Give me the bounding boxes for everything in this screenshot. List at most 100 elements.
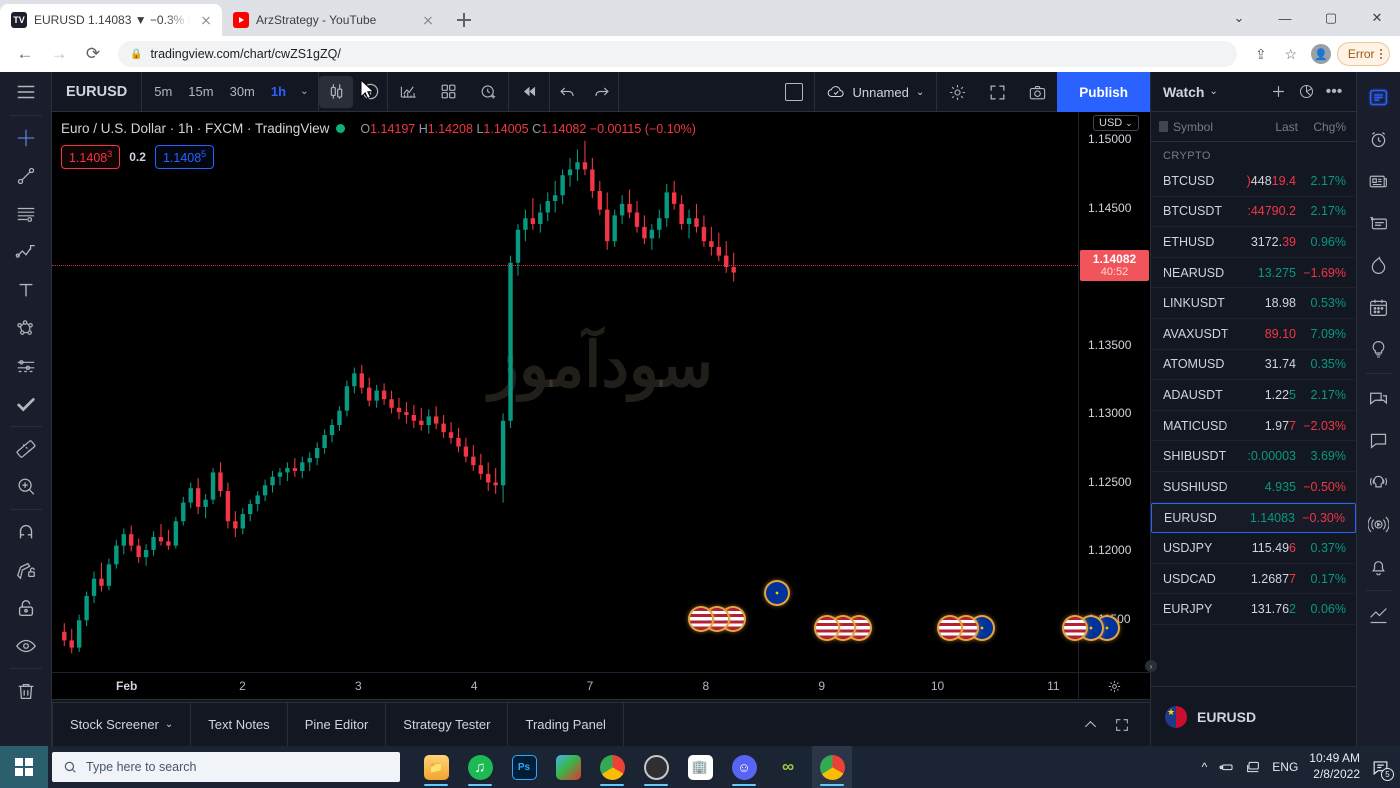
bar-replay-icon[interactable] xyxy=(509,76,549,108)
snapshot-camera-icon[interactable] xyxy=(1017,76,1057,108)
notifications-bell-icon[interactable] xyxy=(1357,545,1400,587)
tab-trading-panel[interactable]: Trading Panel xyxy=(508,702,624,747)
panel-collapse-handle[interactable]: › xyxy=(1145,660,1157,672)
taskbar-winrar[interactable] xyxy=(548,746,588,788)
economic-event-flag-us[interactable] xyxy=(690,607,713,630)
drag-handle-icon[interactable] xyxy=(1159,121,1168,132)
timeframe-30m[interactable]: 30m xyxy=(222,78,263,106)
column-last[interactable]: Last xyxy=(1242,120,1298,134)
tray-language[interactable]: ENG xyxy=(1272,760,1298,774)
timeframe-15m[interactable]: 15m xyxy=(180,78,221,106)
economic-event-flag-us[interactable] xyxy=(815,617,838,640)
new-tab-button[interactable] xyxy=(450,6,478,34)
projection-tool-icon[interactable] xyxy=(0,347,52,385)
chart-canvas[interactable]: سودآموز Euro / U.S. Dollar · 1h · FXCM ·… xyxy=(52,112,1150,672)
watchlist-row-ethusd[interactable]: ETHUSD 3172.39 0.96% xyxy=(1151,227,1356,258)
redo-icon[interactable] xyxy=(584,76,618,108)
ideas-stream-icon[interactable] xyxy=(1357,202,1400,244)
profile-avatar[interactable]: 👤 xyxy=(1307,40,1335,68)
layout-box-icon[interactable] xyxy=(774,76,814,108)
timeframe-5m[interactable]: 5m xyxy=(146,78,180,106)
drawing-mode-lock-icon[interactable] xyxy=(0,551,52,589)
calendar-icon[interactable] xyxy=(1357,286,1400,328)
watchlist-row-eurusd[interactable]: EURUSD 1.14083 −0.30% xyxy=(1151,502,1356,534)
taskbar-photoshop[interactable]: Ps xyxy=(504,746,544,788)
time-axis-settings-icon[interactable] xyxy=(1078,673,1150,700)
more-menu-icon[interactable] xyxy=(1379,48,1382,60)
watchlist-row-maticusd[interactable]: MATICUSD 1.977 −2.03% xyxy=(1151,411,1356,442)
ask-price[interactable]: 1.14085 xyxy=(154,145,215,170)
settings-gear-icon[interactable] xyxy=(937,76,977,108)
ideas-author-icon[interactable] xyxy=(1357,594,1400,636)
streams-icon[interactable] xyxy=(1357,503,1400,545)
zoom-in-icon[interactable] xyxy=(0,468,52,506)
chevron-down-icon[interactable]: ⌄ xyxy=(916,87,924,98)
watchlist-row-btcusd[interactable]: BTCUSD 44819.4(2.17% xyxy=(1151,166,1356,197)
profile-error-pill[interactable]: Error xyxy=(1336,42,1390,66)
checkmark-icon[interactable] xyxy=(0,385,52,423)
price-scale[interactable]: USD ⌄ 1.15000 1.14500 1.13500 1.13000 1.12500… xyxy=(1078,112,1150,672)
taskbar-figma[interactable]: ∞ xyxy=(768,746,808,788)
bookmark-star-icon[interactable]: ☆ xyxy=(1277,40,1305,68)
economic-event-flag-us[interactable] xyxy=(1063,617,1086,640)
reload-icon[interactable]: ⟳ xyxy=(78,39,108,69)
indicators-icon[interactable] xyxy=(388,76,428,108)
watchlist-more-icon[interactable]: ••• xyxy=(1320,78,1348,106)
taskbar-spotify[interactable]: ♫ xyxy=(460,746,500,788)
news-icon[interactable] xyxy=(1357,160,1400,202)
taskbar-chrome-profile[interactable] xyxy=(812,746,852,788)
tray-vpn-icon[interactable] xyxy=(1218,759,1234,775)
watchlist-footer[interactable]: EURUSD xyxy=(1151,686,1356,746)
watchlist-row-avaxusdt[interactable]: AVAXUSDT 89.10 7.09% xyxy=(1151,319,1356,350)
timeframe-1h[interactable]: 1h xyxy=(263,78,294,106)
minimize-button[interactable]: — xyxy=(1262,0,1308,36)
time-axis[interactable]: Feb 2 3 4 7 8 9 10 11 xyxy=(52,672,1150,700)
templates-grid-icon[interactable] xyxy=(428,76,468,108)
chevron-down-icon[interactable]: ⌄ xyxy=(294,78,314,106)
symbol-search-button[interactable]: EURUSD xyxy=(52,71,143,112)
watchlist-title[interactable]: Watch ⌄ xyxy=(1163,84,1218,100)
watchlist-row-linkusdt[interactable]: LINKUSDT 18.98 0.53% xyxy=(1151,288,1356,319)
undo-icon[interactable] xyxy=(550,76,584,108)
column-change[interactable]: Chg% xyxy=(1298,120,1346,134)
trash-icon[interactable] xyxy=(0,672,52,710)
tab-pine-editor[interactable]: Pine Editor xyxy=(288,702,387,747)
lock-icon[interactable] xyxy=(0,589,52,627)
fib-retracement-icon[interactable] xyxy=(0,195,52,233)
watchlist-row-shibusdt[interactable]: SHIBUSDT 0.00003: 3.69% xyxy=(1151,441,1356,472)
column-symbol[interactable]: Symbol xyxy=(1159,120,1242,134)
start-button[interactable] xyxy=(0,746,48,788)
watchlist-panel-icon[interactable] xyxy=(1357,76,1400,118)
currency-selector[interactable]: USD ⌄ xyxy=(1093,115,1139,131)
browser-tab-youtube[interactable]: ArzStrategy - YouTube xyxy=(222,4,444,36)
taskbar-file-explorer[interactable]: 📁 xyxy=(416,746,456,788)
watchlist-row-usdcad[interactable]: USDCAD 1.26877 0.17% xyxy=(1151,564,1356,595)
eye-hide-drawings-icon[interactable] xyxy=(0,627,52,665)
taskbar-microsoft-store[interactable]: 🏢 xyxy=(680,746,720,788)
close-window-button[interactable]: ✕ xyxy=(1354,0,1400,36)
share-icon[interactable]: ⇪ xyxy=(1247,40,1275,68)
action-center-icon[interactable]: 5 xyxy=(1371,758,1394,781)
browser-tab-tradingview[interactable]: TV EURUSD 1.14083 ▼ −0.3% Unnam xyxy=(0,4,222,36)
watchlist-row-usdjpy[interactable]: USDJPY 115.496 0.37% xyxy=(1151,533,1356,564)
tray-network-icon[interactable] xyxy=(1245,759,1261,775)
patterns-icon[interactable] xyxy=(0,309,52,347)
tab-stock-screener[interactable]: Stock Screener ⌄ xyxy=(52,702,192,747)
collapse-chevron-icon[interactable] xyxy=(1076,711,1104,739)
expand-panel-icon[interactable] xyxy=(1108,711,1136,739)
public-chat-icon[interactable] xyxy=(1357,377,1400,419)
crosshair-cursor-icon[interactable] xyxy=(0,119,52,157)
private-chat-icon[interactable] xyxy=(1357,419,1400,461)
forward-icon[interactable]: → xyxy=(44,39,74,69)
watchlist-row-btcusdt[interactable]: BTCUSDT 44790.2: 2.17% xyxy=(1151,197,1356,228)
measure-ruler-icon[interactable] xyxy=(0,430,52,468)
watchlist-row-adausdt[interactable]: ADAUSDT 1.225 2.17% xyxy=(1151,380,1356,411)
text-tool-icon[interactable] xyxy=(0,271,52,309)
taskbar-discord[interactable]: ☺ xyxy=(724,746,764,788)
watchlist-row-atomusd[interactable]: ATOMUSD 31.74 0.35% xyxy=(1151,350,1356,381)
menu-hamburger-icon[interactable] xyxy=(0,72,52,112)
tray-clock[interactable]: 10:49 AM 2/8/2022 xyxy=(1309,751,1360,783)
heatmap-pie-icon[interactable] xyxy=(1292,78,1320,106)
broadcast-icon[interactable] xyxy=(1357,461,1400,503)
chevron-down-icon[interactable]: ⌄ xyxy=(165,719,173,730)
